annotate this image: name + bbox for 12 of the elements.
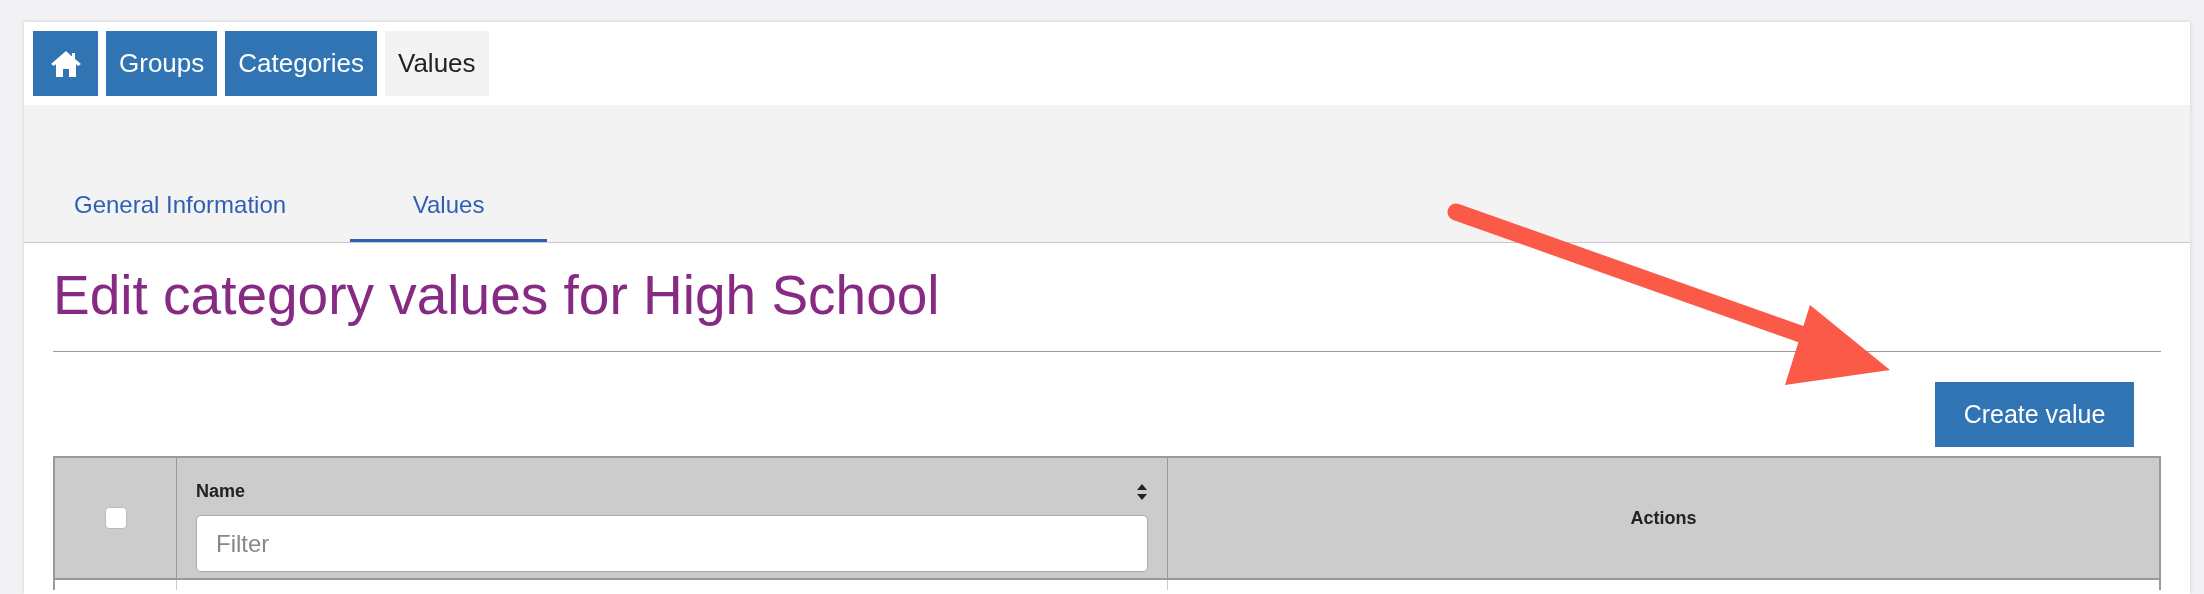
tab[interactable]: Values xyxy=(350,170,548,242)
breadcrumb-link[interactable]: Values xyxy=(385,31,489,96)
column-header: Actions xyxy=(1630,506,1697,530)
sort-icon[interactable] xyxy=(1136,482,1148,501)
breadcrumb-link[interactable]: Groups xyxy=(106,31,218,96)
column-header: Name xyxy=(196,480,246,503)
create-value-button[interactable]: Create value xyxy=(1935,382,2134,447)
home-button[interactable] xyxy=(33,31,98,96)
filter-field[interactable]: Filter xyxy=(196,515,1148,572)
breadcrumb-link[interactable]: Categories xyxy=(225,31,377,96)
tab[interactable]: General Information xyxy=(34,170,327,242)
select-all-checkbox[interactable] xyxy=(104,507,127,529)
